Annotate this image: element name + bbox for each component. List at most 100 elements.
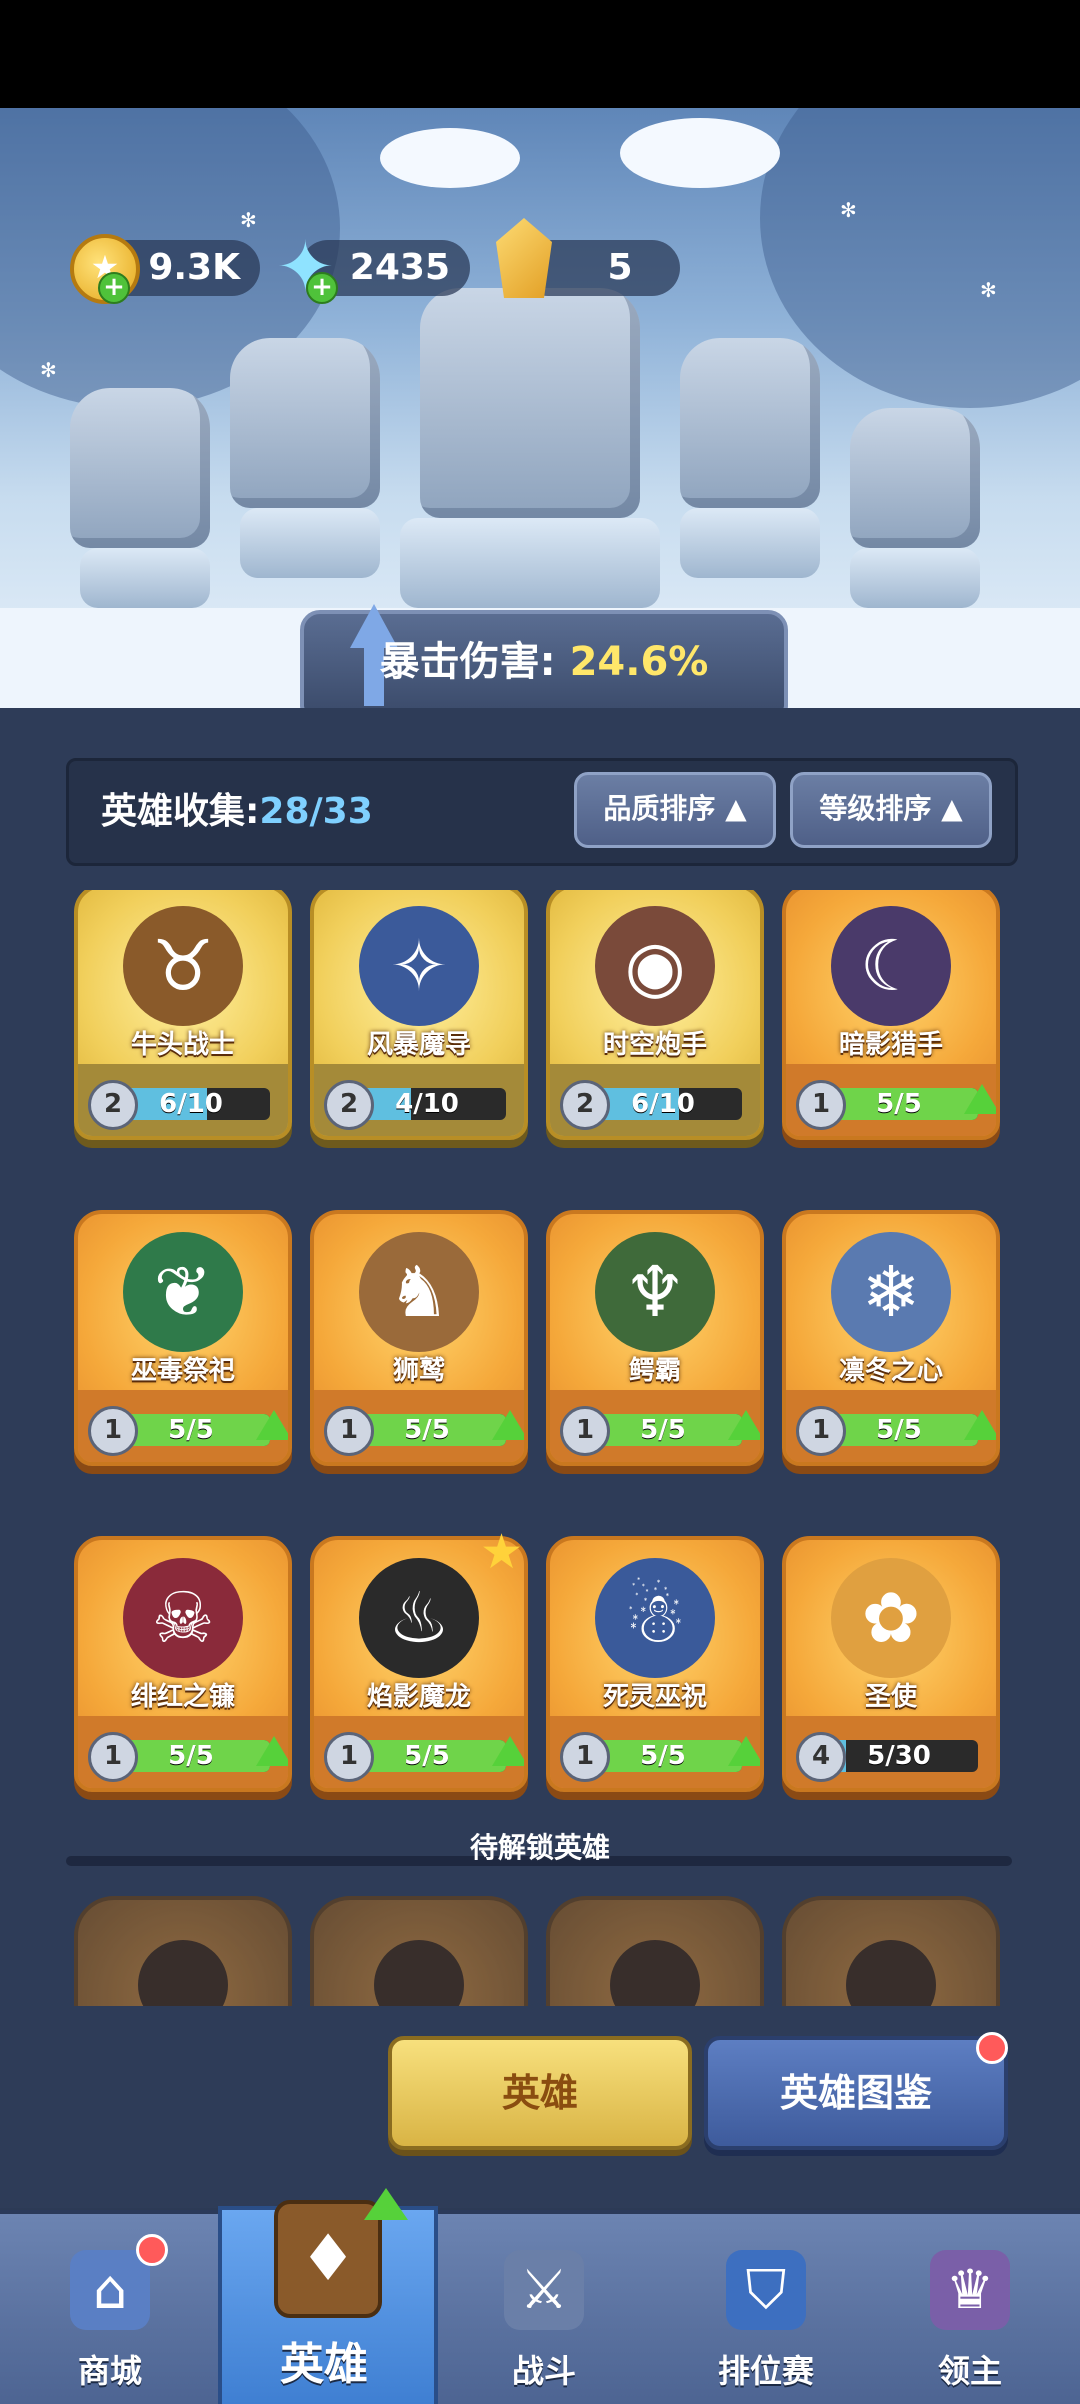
hero-portrait: ☃ (595, 1558, 715, 1678)
coin-value: 9.3K (148, 247, 240, 288)
statue-robot (850, 408, 980, 548)
statue-dragon (420, 288, 640, 518)
hero-name: 绯红之镰 (130, 1682, 235, 1712)
hero-card[interactable]: ☠ 绯红之镰 5/5 1 (74, 1536, 292, 1792)
nav-item-hero[interactable]: ♦ 英雄 (234, 2188, 414, 2400)
nav-item-battle[interactable]: ⚔ 战斗 (454, 2210, 634, 2400)
hero-card[interactable]: ✧ 风暴魔导 4/10 2 (310, 890, 528, 1140)
hero-card[interactable]: ☃ 死灵巫祝 5/5 1 (546, 1536, 764, 1792)
hero-level-badge: 1 (560, 1732, 610, 1782)
hero-name: 死灵巫祝 (602, 1682, 707, 1712)
upgrade-arrow-icon (728, 1736, 760, 1766)
pending-heroes-title: 待解锁英雄 (469, 1831, 610, 1864)
triangle-up-icon: ▲ (725, 792, 747, 825)
sort-level-label: 等级排序 (819, 792, 932, 825)
hero-card[interactable]: ♞ 狮鹫 5/5 1 (310, 1210, 528, 1466)
hero-portrait: ♆ (595, 1232, 715, 1352)
locked-hero-card[interactable] (546, 1896, 764, 2006)
hero-level-badge: 1 (796, 1080, 846, 1130)
crit-damage-banner: 暴击伤害: 24.6% (300, 604, 788, 714)
hero-portrait: ◉ (595, 906, 715, 1026)
statue-hooded (680, 338, 820, 508)
nav-item-lord[interactable]: ♛ 领主 (880, 2210, 1060, 2400)
gem-value: 5 (607, 247, 633, 288)
upgrade-arrow-icon (492, 1410, 524, 1440)
hero-card[interactable]: ✿ 圣使 5/30 4 (782, 1536, 1000, 1792)
crit-damage-label: 暴击伤害: (379, 639, 556, 685)
hero-card[interactable]: ♆ 鳄霸 5/5 1 (546, 1210, 764, 1466)
hero-level-badge: 1 (324, 1406, 374, 1456)
add-crystal-icon[interactable]: + (306, 272, 338, 304)
upgrade-arrow-icon (492, 1736, 524, 1766)
hero-name: 时空炮手 (602, 1030, 707, 1060)
hero-level-badge: 1 (560, 1406, 610, 1456)
shop-icon: ⌂ (70, 2250, 150, 2330)
ranking-icon: ⛉ (726, 2250, 806, 2330)
hero-level-badge: 2 (324, 1080, 374, 1130)
nav-item-shop[interactable]: ⌂ 商城 (20, 2210, 200, 2400)
hero-portrait: ♉ (123, 906, 243, 1026)
sort-level-button[interactable]: 等级排序 ▲ (790, 772, 992, 848)
hero-codex-button[interactable]: 英雄图鉴 (704, 2036, 1008, 2150)
nav-label: 排位赛 (717, 2352, 814, 2390)
hero-portrait: ☠ (123, 1558, 243, 1678)
hero-name: 圣使 (864, 1682, 917, 1712)
hero-portrait: ❦ (123, 1232, 243, 1352)
codex-notification-dot (976, 2032, 1008, 2064)
hero-portrait: ♨ (359, 1558, 479, 1678)
hero-name: 狮鹫 (392, 1356, 445, 1386)
hero-card[interactable]: ◉ 时空炮手 6/10 2 (546, 890, 764, 1140)
nav-item-ranking[interactable]: ⛉ 排位赛 (676, 2210, 856, 2400)
hero-name: 巫毒祭祀 (130, 1356, 235, 1386)
hero-level-badge: 1 (324, 1732, 374, 1782)
battle-icon: ⚔ (504, 2250, 584, 2330)
crit-damage-value: 24.6% (569, 639, 709, 685)
triangle-up-icon: ▲ (941, 792, 963, 825)
collection-count: 28/33 (259, 791, 373, 832)
hero-level-badge: 4 (796, 1732, 846, 1782)
collection-label: 英雄收集: (101, 791, 260, 832)
sort-quality-label: 品质排序 (603, 792, 716, 825)
hero-level-badge: 1 (796, 1406, 846, 1456)
nav-label: 领主 (937, 2352, 1002, 2390)
status-bar (0, 0, 1080, 108)
locked-hero-card[interactable] (310, 1896, 528, 2006)
upgrade-arrow-icon (728, 1410, 760, 1440)
hero-name: 暗影猎手 (838, 1030, 943, 1060)
add-coin-icon[interactable]: + (98, 272, 130, 304)
hero-portrait: ☾ (831, 906, 951, 1026)
bottom-nav-items: ⌂ 商城 ♦ 英雄 ⚔ 战斗 ⛉ 排位赛 ♛ 领主 (0, 2188, 1080, 2400)
hero-name: 风暴魔导 (366, 1030, 471, 1060)
hero-codex-label: 英雄图鉴 (779, 2071, 932, 2115)
upgrade-arrow-icon (256, 1736, 288, 1766)
hero-card[interactable]: ♉ 牛头战士 6/10 2 (74, 890, 292, 1140)
shop-notification-dot (136, 2234, 168, 2266)
hero-tab-label: 英雄 (501, 2071, 578, 2115)
upgrade-arrow-icon (256, 1410, 288, 1440)
nav-label: 商城 (77, 2352, 142, 2390)
statue-griffin (230, 338, 380, 508)
hero-tab-button[interactable]: 英雄 (388, 2036, 692, 2150)
hero-level-badge: 1 (88, 1732, 138, 1782)
hero-card[interactable]: ❄ 凛冬之心 5/5 1 (782, 1210, 1000, 1466)
hero-name: 牛头战士 (130, 1030, 235, 1060)
locked-hero-card[interactable] (74, 1896, 292, 2006)
lord-icon: ♛ (930, 2250, 1010, 2330)
hero-level-badge: 2 (88, 1080, 138, 1130)
hero-name: 焰影魔龙 (366, 1682, 471, 1712)
hero-name: 凛冬之心 (838, 1356, 943, 1386)
hero-portrait: ✧ (359, 906, 479, 1026)
hero-level-badge: 1 (88, 1406, 138, 1456)
sort-quality-button[interactable]: 品质排序 ▲ (574, 772, 776, 848)
hero-portrait: ❄ (831, 1232, 951, 1352)
hero-name: 鳄霸 (628, 1356, 681, 1386)
hero-card[interactable]: ☾ 暗影猎手 5/5 1 (782, 890, 1000, 1140)
upgrade-arrow-icon (364, 2188, 408, 2220)
upgrade-arrow-icon (964, 1410, 996, 1440)
upgrade-arrow-icon (964, 1084, 996, 1114)
star-icon: ★ (480, 1524, 524, 1580)
statue-minotaur (70, 388, 210, 548)
hero-card[interactable]: ❦ 巫毒祭祀 5/5 1 (74, 1210, 292, 1466)
locked-hero-card[interactable] (782, 1896, 1000, 2006)
hero-level-badge: 2 (560, 1080, 610, 1130)
